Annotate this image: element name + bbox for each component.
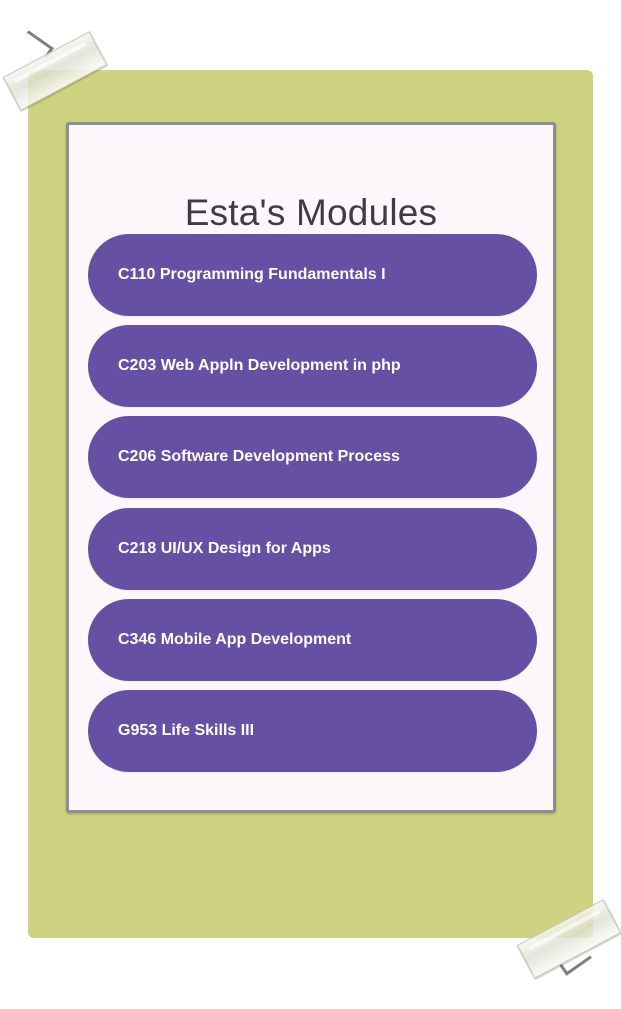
photo-stage: Esta's Modules C110 Programming Fundamen… xyxy=(0,0,621,1009)
module-label: C218 UI/UX Design for Apps xyxy=(118,539,331,557)
page-title: Esta's Modules xyxy=(184,191,438,233)
module-button-g953[interactable]: G953 Life Skills III xyxy=(88,689,537,772)
module-button-c206[interactable]: C206 Software Development Process xyxy=(88,416,537,499)
module-button-c346[interactable]: C346 Mobile App Development xyxy=(88,598,537,681)
module-list: C110 Programming Fundamentals I C203 Web… xyxy=(88,234,537,781)
module-label: C110 Programming Fundamentals I xyxy=(118,266,386,283)
module-label: C206 Software Development Process xyxy=(118,448,400,466)
app-screen: Esta's Modules C110 Programming Fundamen… xyxy=(66,122,556,813)
module-button-c110[interactable]: C110 Programming Fundamentals I xyxy=(88,234,537,316)
module-button-c203[interactable]: C203 Web Appln Development in php xyxy=(88,325,537,408)
module-label: G953 Life Skills III xyxy=(118,721,255,739)
module-label: C203 Web Appln Development in php xyxy=(118,357,401,375)
module-button-c218[interactable]: C218 UI/UX Design for Apps xyxy=(88,507,537,590)
module-label: C346 Mobile App Development xyxy=(118,630,352,648)
